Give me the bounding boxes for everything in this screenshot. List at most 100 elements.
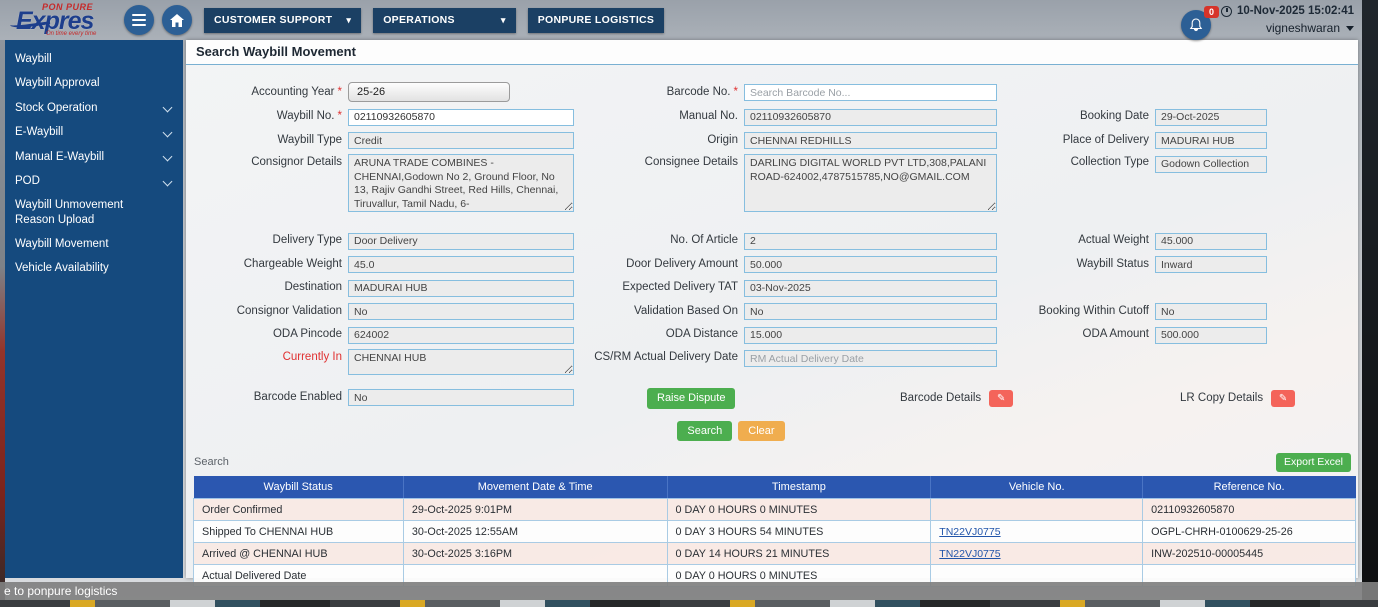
door-delivery-amount-input	[744, 256, 997, 273]
consignor-details-textarea: ARUNA TRADE COMBINES - CHENNAI,Godown No…	[348, 154, 574, 212]
edit-icon: ✎	[1279, 393, 1287, 404]
clock-icon	[1221, 6, 1232, 17]
chargeable-weight-label: Chargeable Weight	[194, 258, 342, 270]
expected-delivery-tat-label: Expected Delivery TAT	[580, 281, 738, 293]
delivery-type-label: Delivery Type	[194, 234, 342, 246]
home-button[interactable]	[162, 5, 192, 35]
barcode-details-edit-button[interactable]: ✎	[989, 390, 1013, 407]
accounting-year-select[interactable]: 25-26	[348, 82, 510, 102]
consignee-details-textarea: DARLING DIGITAL WORLD PVT LTD,308,PALANI…	[744, 154, 997, 212]
oda-pincode-label: ODA Pincode	[194, 328, 342, 340]
csrm-actual-delivery-date-input	[744, 350, 997, 367]
sidebar-item-pod[interactable]: POD	[5, 169, 183, 193]
place-of-delivery-input	[1155, 132, 1267, 149]
edit-icon: ✎	[997, 393, 1005, 404]
search-button[interactable]: Search	[677, 421, 732, 441]
waybill-movement-form: Accounting Year* 25-26 Barcode No.* Wayb…	[186, 65, 1358, 441]
nav-ponpure-logistics[interactable]: PONPURE LOGISTICS	[528, 8, 665, 33]
form-actions: Search Clear	[149, 421, 1313, 441]
booking-date-input	[1155, 109, 1267, 126]
sidebar-nav: Waybill Waybill Approval Stock Operation…	[5, 40, 183, 578]
consignor-details-label: Consignor Details	[194, 154, 342, 168]
waybill-type-label: Waybill Type	[194, 134, 342, 146]
username: vigneshwaran	[1266, 21, 1340, 35]
lr-copy-details-group: LR Copy Details ✎	[1180, 390, 1295, 407]
home-icon	[169, 13, 185, 28]
actual-weight-label: Actual Weight	[1003, 234, 1149, 246]
consignee-details-label: Consignee Details	[580, 154, 738, 168]
collection-type-label: Collection Type	[1003, 154, 1149, 168]
delivery-type-input	[348, 233, 574, 250]
col-waybill-status: Waybill Status	[194, 476, 404, 499]
oda-pincode-input	[348, 327, 574, 344]
company-logo[interactable]: PON PURE Expres On time every time	[16, 1, 116, 39]
results-section-label: Search	[194, 456, 229, 468]
results-header: Search Export Excel	[186, 441, 1358, 476]
marquee-text: e to ponpure logistics	[4, 584, 117, 598]
col-vehicle-no: Vehicle No.	[931, 476, 1143, 499]
waybill-type-input	[348, 132, 574, 149]
sidebar-item-e-waybill[interactable]: E-Waybill	[5, 120, 183, 144]
origin-input	[744, 132, 997, 149]
oda-amount-input	[1155, 327, 1267, 344]
nav-operations[interactable]: OPERATIONS ▾	[373, 8, 515, 33]
oda-distance-input	[744, 327, 997, 344]
collection-type-input	[1155, 156, 1267, 173]
barcode-no-input[interactable]	[744, 84, 997, 101]
notifications-button[interactable]: 0	[1181, 10, 1211, 40]
caret-down-icon: ▾	[346, 15, 351, 26]
sidebar-item-waybill-approval[interactable]: Waybill Approval	[5, 71, 183, 95]
booking-within-cutoff-label: Booking Within Cutoff	[1003, 305, 1149, 317]
consignor-validation-label: Consignor Validation	[194, 305, 342, 317]
booking-within-cutoff-input	[1155, 303, 1267, 320]
col-movement-datetime: Movement Date & Time	[403, 476, 667, 499]
door-delivery-amount-label: Door Delivery Amount	[580, 258, 738, 270]
header-right: 0 10-Nov-2025 15:02:41 vigneshwaran	[1181, 2, 1354, 40]
table-row: Order Confirmed 29-Oct-2025 9:01PM 0 DAY…	[194, 499, 1356, 521]
sidebar-item-waybill-movement[interactable]: Waybill Movement	[5, 232, 183, 256]
barcode-no-label: Barcode No.*	[580, 86, 738, 98]
sidebar-item-vehicle-availability[interactable]: Vehicle Availability	[5, 256, 183, 280]
user-menu[interactable]: vigneshwaran	[1266, 21, 1354, 35]
sidebar-item-stock-operation[interactable]: Stock Operation	[5, 96, 183, 120]
barcode-details-group: Barcode Details ✎	[900, 390, 1013, 407]
sidebar-item-waybill[interactable]: Waybill	[5, 47, 183, 71]
currently-in-textarea: CHENNAI HUB	[348, 349, 574, 375]
footer-marquee: e to ponpure logistics	[0, 582, 1378, 600]
sidebar-item-waybill-unmovement[interactable]: Waybill Unmovement Reason Upload	[5, 193, 183, 232]
oda-distance-label: ODA Distance	[580, 328, 738, 340]
nav-customer-support[interactable]: CUSTOMER SUPPORT ▾	[204, 8, 361, 33]
csrm-actual-delivery-date-label: CS/RM Actual Delivery Date	[580, 349, 738, 363]
waybill-status-label: Waybill Status	[1003, 258, 1149, 270]
table-row: Arrived @ CHENNAI HUB 30-Oct-2025 3:16PM…	[194, 543, 1356, 565]
header-datetime: 10-Nov-2025 15:02:41	[1221, 5, 1354, 17]
chevron-down-icon	[163, 127, 173, 137]
manual-no-label: Manual No.	[580, 110, 738, 122]
chargeable-weight-input	[348, 256, 574, 273]
vehicle-no-link[interactable]: TN22VJ0775	[939, 526, 1000, 538]
table-row: Shipped To CHENNAI HUB 30-Oct-2025 12:55…	[194, 521, 1356, 543]
validation-based-on-label: Validation Based On	[580, 305, 738, 317]
currently-in-label: Currently In	[194, 349, 342, 363]
export-excel-button[interactable]: Export Excel	[1276, 453, 1351, 472]
waybill-no-input[interactable]	[348, 109, 574, 126]
lr-copy-details-label: LR Copy Details	[1180, 392, 1263, 404]
menu-button[interactable]	[124, 5, 154, 35]
raise-dispute-button[interactable]: Raise Dispute	[647, 388, 735, 409]
barcode-enabled-label: Barcode Enabled	[194, 391, 342, 403]
vehicle-no-link[interactable]: TN22VJ0775	[939, 548, 1000, 560]
chevron-down-icon	[163, 176, 173, 186]
bell-icon	[1189, 18, 1203, 33]
notification-badge: 0	[1204, 6, 1219, 18]
hamburger-icon	[132, 14, 146, 26]
booking-date-label: Booking Date	[1003, 110, 1149, 122]
lr-copy-details-edit-button[interactable]: ✎	[1271, 390, 1295, 407]
destination-label: Destination	[194, 281, 342, 293]
expected-delivery-tat-input	[744, 280, 997, 297]
place-of-delivery-label: Place of Delivery	[1003, 134, 1149, 146]
clear-button[interactable]: Clear	[738, 421, 784, 441]
barcode-enabled-input	[348, 389, 574, 406]
manual-no-input	[744, 109, 997, 126]
barcode-details-label: Barcode Details	[900, 392, 981, 404]
sidebar-item-manual-e-waybill[interactable]: Manual E-Waybill	[5, 145, 183, 169]
